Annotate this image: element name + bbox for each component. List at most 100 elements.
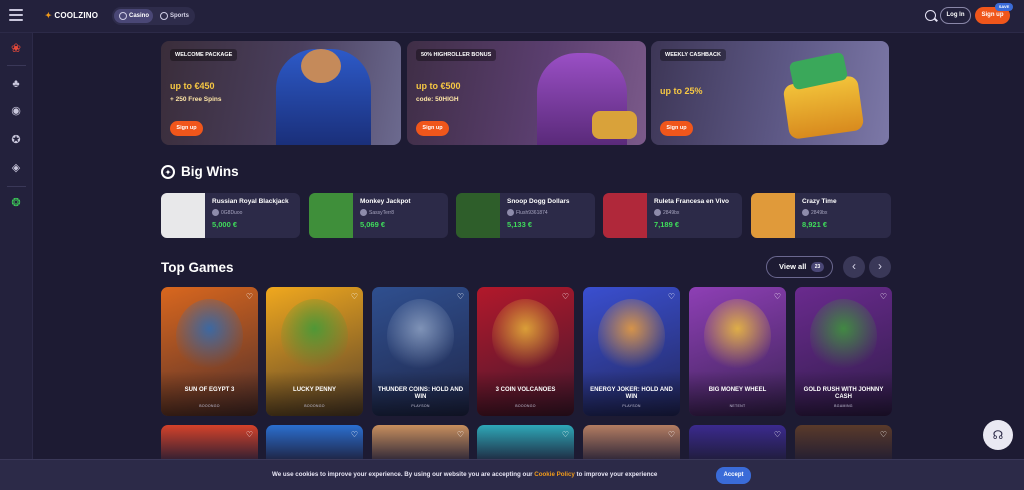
- game-artwork: [387, 299, 454, 373]
- win-game-name: Snoop Dogg Dollars: [507, 198, 570, 205]
- gamepad-icon[interactable]: ◈: [9, 160, 23, 174]
- headset-support-icon[interactable]: ☊: [983, 420, 1013, 450]
- promo-signup-button[interactable]: Sign up: [170, 121, 203, 136]
- favorite-heart-icon[interactable]: ♡: [457, 430, 464, 439]
- promo-highroller-bonus[interactable]: 50% HIGHROLLER BONUS up to €500 code: 50…: [407, 41, 646, 145]
- big-win-card[interactable]: Russian Royal Blackjack 0G8Duoo 5,000 €: [161, 193, 300, 238]
- game-thumbnail: [456, 193, 500, 238]
- big-win-card[interactable]: Ruleta Francesa en Vivo 2849bx 7,189 €: [603, 193, 742, 238]
- user-avatar: [654, 209, 661, 216]
- win-username: 0G8Duoo: [221, 210, 243, 216]
- nav-divider: [7, 186, 26, 187]
- game-tile[interactable]: ♡ SUN OF EGYPT 3 BOOONGO: [161, 287, 258, 416]
- big-win-card[interactable]: Crazy Time 2849bx 8,921 €: [751, 193, 891, 238]
- game-provider: PLAYSON: [622, 404, 641, 408]
- tab-casino[interactable]: Casino: [114, 9, 153, 23]
- promo-tag: WELCOME PACKAGE: [170, 49, 238, 61]
- promo-amount: up to 25%: [660, 86, 703, 96]
- top-games-title: Top Games: [161, 260, 234, 275]
- promo-amount: up to €500: [416, 81, 461, 91]
- big-win-card[interactable]: Monkey Jackpot SassyTerr8 5,069 €: [309, 193, 448, 238]
- game-tile[interactable]: ♡ LUCKY PENNY BOOONGO: [266, 287, 363, 416]
- favorite-heart-icon[interactable]: ♡: [774, 292, 781, 301]
- menu-icon[interactable]: [9, 9, 23, 21]
- live-signal-icon[interactable]: ◉: [9, 103, 23, 117]
- cookie-accept-button[interactable]: Accept: [716, 467, 751, 484]
- game-thumbnail: [751, 193, 795, 238]
- promo-tag: 50% HIGHROLLER BONUS: [416, 49, 497, 61]
- game-provider: PLAYSON: [411, 404, 430, 408]
- promo-signup-button[interactable]: Sign up: [660, 121, 693, 136]
- game-tile[interactable]: ♡ BIG MONEY WHEEL NETENT: [689, 287, 786, 416]
- win-amount: 7,189 €: [654, 220, 680, 229]
- promo-signup-button[interactable]: Sign up: [416, 121, 449, 136]
- game-provider: BOOONGO: [304, 404, 325, 408]
- game-tile[interactable]: ♡ THUNDER COINS: HOLD AND WIN PLAYSON: [372, 287, 469, 416]
- win-game-name: Russian Royal Blackjack: [212, 198, 289, 205]
- big-wins-title: Big Wins: [181, 164, 239, 179]
- cherries-icon[interactable]: ♣: [9, 77, 23, 91]
- promo-welcome-package[interactable]: WELCOME PACKAGE up to €450 + 250 Free Sp…: [161, 41, 401, 145]
- win-game-name: Ruleta Francesa en Vivo: [654, 198, 730, 205]
- save-badge: SAVE: [995, 3, 1013, 11]
- game-name: 3 COIN VOLCANOES: [495, 387, 556, 393]
- favorite-heart-icon[interactable]: ♡: [246, 292, 253, 301]
- favorite-heart-icon[interactable]: ♡: [562, 292, 569, 301]
- game-provider: BGAMING: [834, 404, 853, 408]
- win-username: Flush9361874: [516, 210, 548, 216]
- win-amount: 5,000 €: [212, 220, 238, 229]
- win-username: SassyTerr8: [369, 210, 395, 216]
- promo-weekly-cashback[interactable]: WEEKLY CASHBACK up to 25% Sign up: [651, 41, 889, 145]
- user-avatar: [212, 209, 219, 216]
- soccer-ball-icon[interactable]: ✪: [9, 132, 23, 146]
- casino-wheel-icon[interactable]: ❀: [9, 41, 23, 55]
- cookie-text-start: We use cookies to improve your experienc…: [272, 471, 535, 478]
- favorite-heart-icon[interactable]: ♡: [880, 292, 887, 301]
- game-thumbnail: [309, 193, 353, 238]
- promo-subtitle: code: 50HIGH: [416, 96, 459, 103]
- win-amount: 5,133 €: [507, 220, 533, 229]
- side-nav: ❀ ♣ ◉ ✪ ◈ ❂: [0, 33, 33, 490]
- favorite-heart-icon[interactable]: ♡: [562, 430, 569, 439]
- vip-icon[interactable]: ❂: [9, 195, 23, 209]
- favorite-heart-icon[interactable]: ♡: [246, 430, 253, 439]
- favorite-heart-icon[interactable]: ♡: [880, 430, 887, 439]
- mode-switch: Casino Sports: [112, 7, 195, 25]
- cookie-policy-link[interactable]: Cookie Policy: [534, 471, 575, 478]
- search-icon[interactable]: [925, 10, 936, 21]
- view-all-button[interactable]: View all 23: [766, 256, 833, 278]
- game-tile[interactable]: ♡ 3 COIN VOLCANOES BOOONGO: [477, 287, 574, 416]
- game-provider: BOOONGO: [515, 404, 536, 408]
- win-amount: 5,069 €: [360, 220, 386, 229]
- big-wins-icon: ✦: [161, 165, 175, 179]
- tab-sports[interactable]: Sports: [155, 9, 193, 23]
- game-tile[interactable]: ♡ ENERGY JOKER: HOLD AND WIN PLAYSON: [583, 287, 680, 416]
- game-provider: BOOONGO: [199, 404, 220, 408]
- treasure-chest-icon: [592, 111, 637, 139]
- favorite-heart-icon[interactable]: ♡: [668, 430, 675, 439]
- promo-character-face: [301, 49, 341, 83]
- game-name: ENERGY JOKER: HOLD AND WIN: [590, 387, 673, 400]
- game-name: SUN OF EGYPT 3: [184, 387, 235, 393]
- favorite-heart-icon[interactable]: ♡: [457, 292, 464, 301]
- tab-sports-label: Sports: [170, 13, 190, 19]
- game-tile[interactable]: ♡ GOLD RUSH WITH JOHNNY CASH BGAMING: [795, 287, 892, 416]
- user-avatar: [802, 209, 809, 216]
- big-win-card[interactable]: Snoop Dogg Dollars Flush9361874 5,133 €: [456, 193, 595, 238]
- favorite-heart-icon[interactable]: ♡: [668, 292, 675, 301]
- favorite-heart-icon[interactable]: ♡: [351, 292, 358, 301]
- favorite-heart-icon[interactable]: ♡: [351, 430, 358, 439]
- game-artwork: [810, 299, 877, 373]
- win-game-name: Monkey Jackpot: [360, 198, 411, 205]
- favorite-heart-icon[interactable]: ♡: [774, 430, 781, 439]
- game-name: GOLD RUSH WITH JOHNNY CASH: [803, 387, 884, 400]
- cookie-text-end: to improve your experience: [574, 471, 658, 478]
- prev-arrow-button[interactable]: ‹: [843, 256, 865, 278]
- view-all-label: View all: [779, 262, 807, 271]
- logo[interactable]: ✦ COOLZINO: [45, 11, 98, 20]
- next-arrow-button[interactable]: ›: [869, 256, 891, 278]
- promo-subtitle: + 250 Free Spins: [170, 96, 222, 103]
- login-button[interactable]: Log In: [940, 7, 971, 24]
- game-thumbnail: [603, 193, 647, 238]
- game-provider: NETENT: [729, 404, 746, 408]
